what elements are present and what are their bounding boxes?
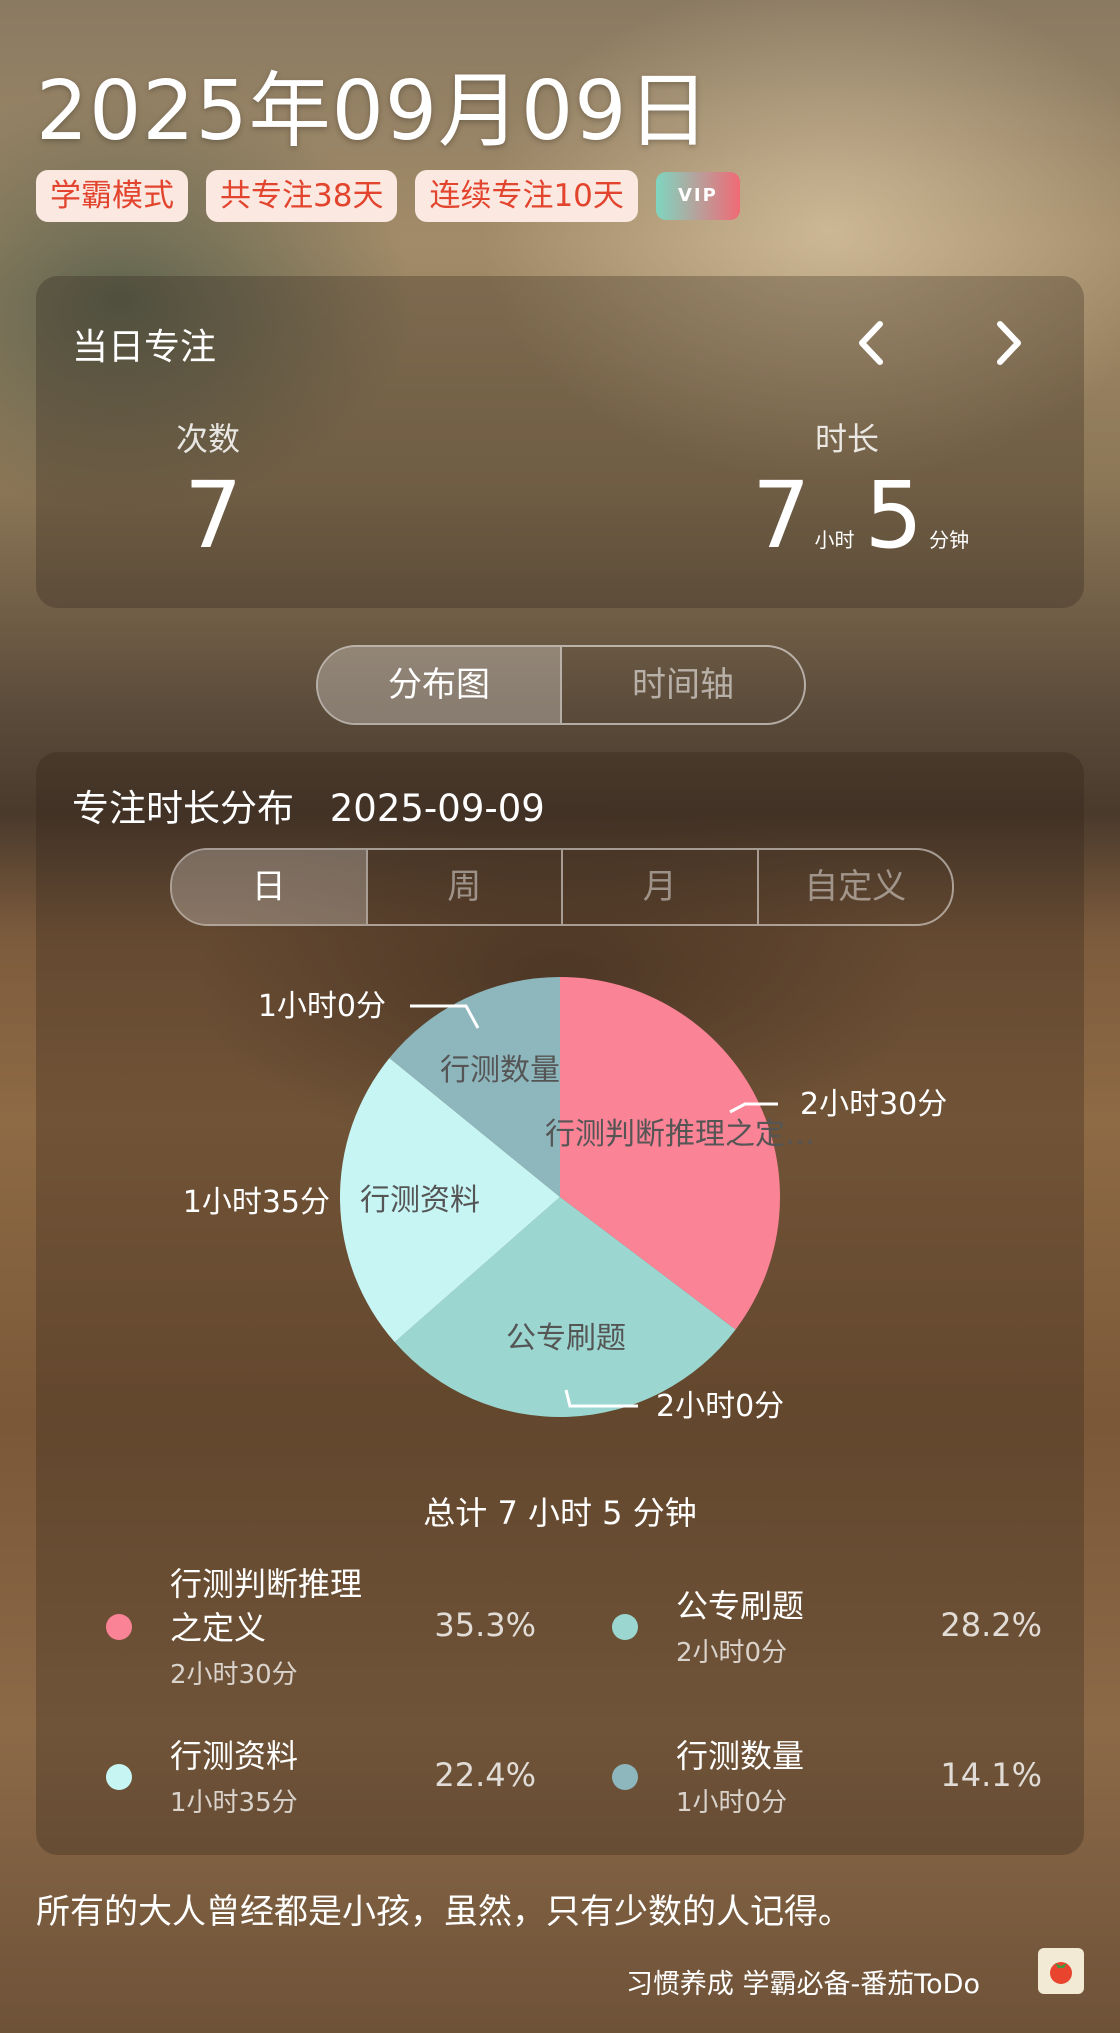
legend-time: 1小时35分 [170,1788,298,1818]
legend-percent: 35.3% [434,1606,536,1644]
legend-time: 2小时30分 [170,1660,298,1690]
total-duration: 总计 7 小时 5 分钟 [423,1494,697,1532]
pie-callout-label: 2小时0分 [656,1389,784,1424]
legend-dot [612,1764,638,1790]
quote-text: 所有的大人曾经都是小孩，虽然，只有少数的人记得。 [36,1892,852,1932]
legend-percent: 22.4% [434,1756,536,1794]
legend-name: 行测资料 [170,1737,299,1775]
legend-percent: 14.1% [940,1756,1042,1794]
pie-slice-label: 行测资料 [360,1183,480,1218]
pie-slice-label: 行测数量 [440,1053,560,1088]
tomato-icon [1038,1948,1084,1994]
legend-time: 2小时0分 [676,1638,788,1668]
legend-item: 公专刷题 2小时0分 28.2% [612,1562,1042,1682]
legend-name: 行测判断推理 [170,1565,363,1603]
legend-dot [106,1614,132,1640]
pie-callout-label: 1小时35分 [183,1185,330,1220]
legend-time: 1小时0分 [676,1788,788,1818]
legend-name-cont: 之定义 [170,1609,267,1647]
legend-item: 行测数量 1小时0分 14.1% [612,1712,1042,1832]
legend-name: 行测数量 [676,1737,805,1775]
legend-percent: 28.2% [940,1606,1042,1644]
legend-name: 公专刷题 [676,1587,805,1625]
legend-item: 行测资料 1小时35分 22.4% [106,1712,536,1832]
pie-callout-label: 1小时0分 [258,989,386,1024]
legend-dot [106,1764,132,1790]
brand-text: 习惯养成 学霸必备-番茄ToDo [625,1969,980,2000]
pie-chart: 行测判断推理之定…2小时30分公专刷题 2小时0分 行测资料 1小时35分 行测数量 1小… [183,977,947,1424]
legend-item: 行测判断推理 之定义 2小时30分 35.3% [106,1562,536,1690]
legend-dot [612,1614,638,1640]
pie-slice-label: 公专刷题 [506,1321,626,1356]
pie-callout-label: 2小时30分 [800,1087,947,1122]
pie-slice-label: 行测判断推理之定… [545,1117,815,1152]
